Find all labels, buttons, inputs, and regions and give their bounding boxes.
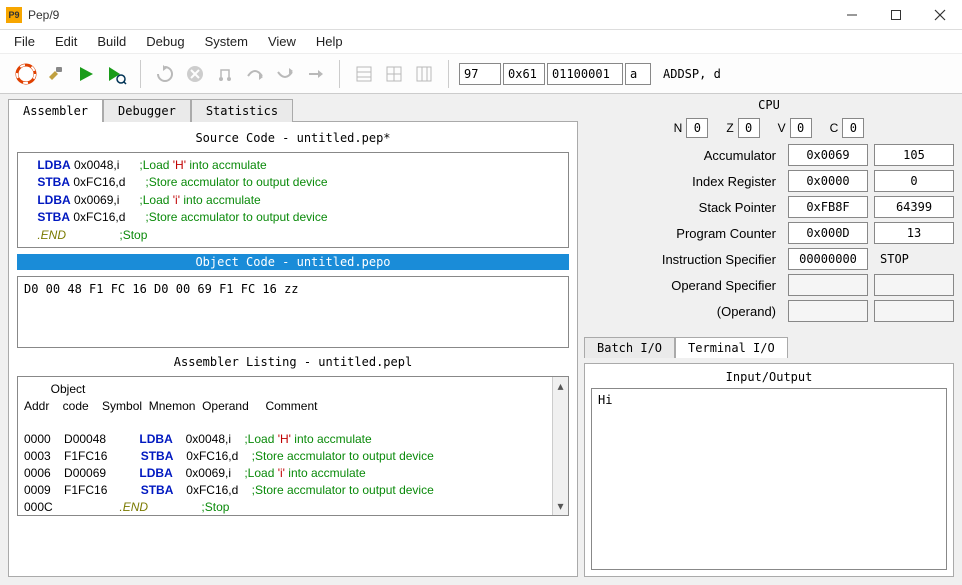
maximize-button[interactable] <box>874 0 918 29</box>
titlebar: P9 Pep/9 <box>0 0 962 30</box>
flag-v-label: V <box>778 121 786 135</box>
status-decimal: 97 <box>459 63 501 85</box>
reg-index-hex: 0x0000 <box>788 170 868 192</box>
status-instruction: ADDSP, d <box>663 67 721 81</box>
menu-system[interactable]: System <box>195 31 258 52</box>
reg-ospec-dec <box>874 274 954 296</box>
help-icon[interactable] <box>12 60 40 88</box>
reg-ispec-dec: STOP <box>874 248 954 270</box>
io-tabs: Batch I/O Terminal I/O <box>584 336 954 357</box>
flag-c-value: 0 <box>842 118 864 138</box>
status-hex: 0x61 <box>503 63 545 85</box>
scroll-up-icon[interactable]: ▴ <box>557 379 563 393</box>
view1-icon <box>350 60 378 88</box>
window-title: Pep/9 <box>28 8 830 22</box>
flag-n-label: N <box>674 121 683 135</box>
scroll-down-icon[interactable]: ▾ <box>557 499 563 513</box>
io-title: Input/Output <box>591 370 947 384</box>
close-button[interactable] <box>918 0 962 29</box>
menu-build[interactable]: Build <box>87 31 136 52</box>
reg-ispec-label: Instruction Specifier <box>584 252 782 267</box>
register-grid: Accumulator 0x0069 105 Index Register 0x… <box>584 144 954 322</box>
reg-accumulator-hex: 0x0069 <box>788 144 868 166</box>
step-out-icon <box>271 60 299 88</box>
app-icon: P9 <box>6 7 22 23</box>
reg-ispec-hex: 00000000 <box>788 248 868 270</box>
listing-scrollbar[interactable]: ▴ ▾ <box>552 377 568 515</box>
view2-icon <box>380 60 408 88</box>
menu-debug[interactable]: Debug <box>136 31 194 52</box>
reg-operand-dec <box>874 300 954 322</box>
restart-icon <box>151 60 179 88</box>
flag-v-value: 0 <box>790 118 812 138</box>
menu-view[interactable]: View <box>258 31 306 52</box>
tab-batch-io[interactable]: Batch I/O <box>584 337 675 358</box>
reg-index-label: Index Register <box>584 174 782 189</box>
reg-operand-label: (Operand) <box>584 304 782 319</box>
debug-run-icon[interactable] <box>102 60 130 88</box>
stop-icon <box>181 60 209 88</box>
cpu-title: CPU <box>584 98 954 112</box>
toolbar: 97 0x61 01100001 a ADDSP, d <box>0 54 962 94</box>
menu-edit[interactable]: Edit <box>45 31 87 52</box>
flag-z-label: Z <box>726 121 733 135</box>
tab-assembler[interactable]: Assembler <box>8 99 103 122</box>
flag-c-label: C <box>830 121 839 135</box>
listing-view[interactable]: ObjectAddr code Symbol Mnemon Operand Co… <box>18 377 552 515</box>
minimize-button[interactable] <box>830 0 874 29</box>
reg-pc-label: Program Counter <box>584 226 782 241</box>
cpu-flags: N0 Z0 V0 C0 <box>584 118 954 138</box>
object-code-editor[interactable]: D0 00 48 F1 FC 16 D0 00 69 F1 FC 16 zz <box>17 276 569 348</box>
step-over-icon <box>241 60 269 88</box>
tab-terminal-io[interactable]: Terminal I/O <box>675 337 788 358</box>
reg-accumulator-dec: 105 <box>874 144 954 166</box>
source-code-editor[interactable]: LDBA 0x0048,i ;Load 'H' into accmulate S… <box>17 152 569 248</box>
status-char: a <box>625 63 651 85</box>
reg-sp-label: Stack Pointer <box>584 200 782 215</box>
menu-file[interactable]: File <box>4 31 45 52</box>
reg-operand-hex <box>788 300 868 322</box>
build-icon[interactable] <box>42 60 70 88</box>
flag-z-value: 0 <box>738 118 760 138</box>
source-title: Source Code - untitled.pep* <box>17 130 569 146</box>
reg-sp-dec: 64399 <box>874 196 954 218</box>
run-icon[interactable] <box>72 60 100 88</box>
left-tabs: Assembler Debugger Statistics <box>8 98 578 121</box>
step-icon <box>301 60 329 88</box>
io-output[interactable]: Hi <box>591 388 947 570</box>
reg-ospec-hex <box>788 274 868 296</box>
step-into-icon <box>211 60 239 88</box>
object-title: Object Code - untitled.pepo <box>17 254 569 270</box>
reg-pc-dec: 13 <box>874 222 954 244</box>
menubar: File Edit Build Debug System View Help <box>0 30 962 54</box>
reg-ospec-label: Operand Specifier <box>584 278 782 293</box>
reg-accumulator-label: Accumulator <box>584 148 782 163</box>
status-binary: 01100001 <box>547 63 623 85</box>
tab-statistics[interactable]: Statistics <box>191 99 293 122</box>
flag-n-value: 0 <box>686 118 708 138</box>
reg-sp-hex: 0xFB8F <box>788 196 868 218</box>
listing-title: Assembler Listing - untitled.pepl <box>17 354 569 370</box>
reg-index-dec: 0 <box>874 170 954 192</box>
reg-pc-hex: 0x000D <box>788 222 868 244</box>
tab-debugger[interactable]: Debugger <box>103 99 191 122</box>
menu-help[interactable]: Help <box>306 31 353 52</box>
view3-icon <box>410 60 438 88</box>
